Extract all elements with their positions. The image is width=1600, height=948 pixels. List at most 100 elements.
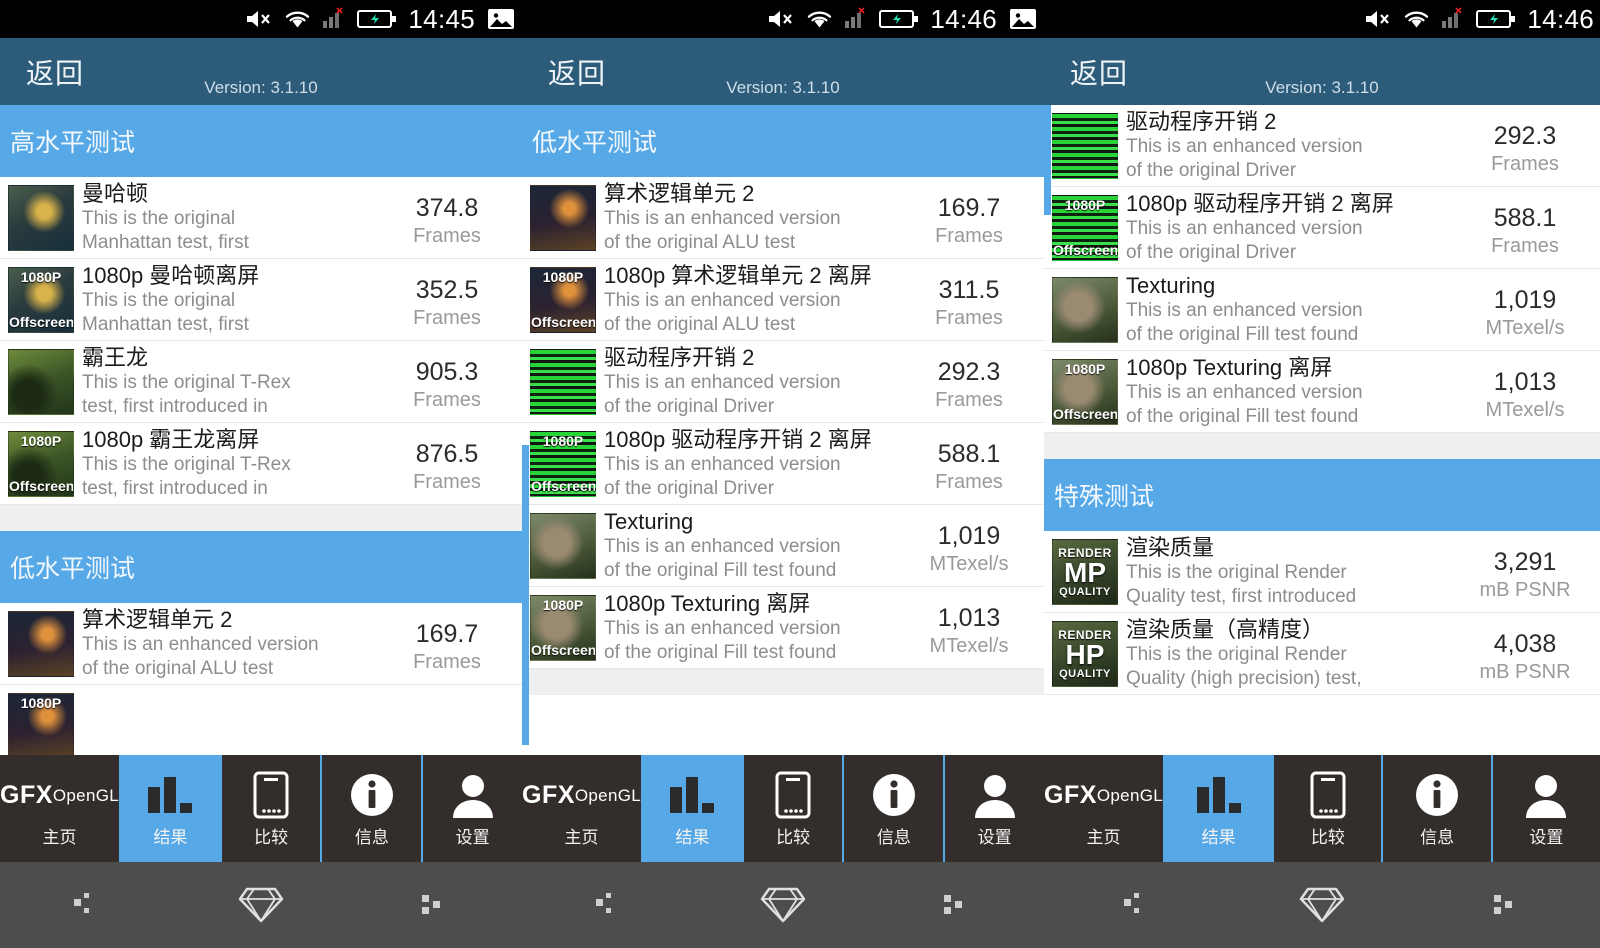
table-row[interactable]: RENDER HP QUALITY 渲染质量（高精度） This is the … bbox=[1044, 613, 1600, 695]
test-title: 渲染质量 bbox=[1126, 535, 1215, 560]
table-row[interactable]: 曼哈顿 This is the original Manhattan test,… bbox=[0, 177, 522, 259]
row-text: 1080p 驱动程序开销 2 离屏 This is an enhanced ve… bbox=[1126, 191, 1450, 265]
results-list-3[interactable]: 驱动程序开销 2 This is an enhanced version of … bbox=[1044, 105, 1600, 755]
offscreen-badge: Offscreen bbox=[1053, 242, 1118, 258]
row-text: 1080p 算术逻辑单元 2 离屏 This is an enhanced ve… bbox=[604, 263, 894, 337]
tab-compare[interactable]: 比较 bbox=[743, 755, 845, 862]
results-list-1[interactable]: 高水平测试 曼哈顿 This is the original Manhattan… bbox=[0, 105, 522, 755]
table-row[interactable]: 1080P Offscreen 1080p 算术逻辑单元 2 离屏 This i… bbox=[522, 259, 1044, 341]
section-header-special: 特殊测试 bbox=[1044, 459, 1600, 531]
table-row[interactable]: 1080P Offscreen 1080p 霸王龙离屏 This is the … bbox=[0, 423, 522, 505]
recents-icon[interactable] bbox=[1415, 890, 1600, 920]
scroll-indicator[interactable] bbox=[1044, 105, 1051, 215]
signal-icon bbox=[322, 7, 346, 31]
version-label: Version: 3.1.10 bbox=[204, 78, 318, 97]
back-button[interactable]: 返回 bbox=[1070, 52, 1128, 92]
test-desc-line1: This is the original T-Rex bbox=[82, 372, 291, 393]
tab-home[interactable]: GFX OpenGL 主页 bbox=[0, 755, 121, 862]
test-thumbnail: 1080P Offscreen bbox=[1052, 195, 1118, 261]
back-icon[interactable] bbox=[1044, 890, 1229, 920]
score-value: 169.7 bbox=[415, 620, 479, 648]
score-unit: Frames bbox=[1491, 153, 1559, 175]
table-row[interactable]: 霸王龙 This is the original T-Rex test, fir… bbox=[0, 341, 522, 423]
resolution-badge: 1080P bbox=[1064, 361, 1106, 377]
system-navigation-bar bbox=[0, 862, 1600, 948]
status-bar-panel-3: 14:46 bbox=[1044, 0, 1600, 38]
offscreen-badge: Offscreen bbox=[1053, 406, 1118, 422]
table-row[interactable]: 驱动程序开销 2 This is an enhanced version of … bbox=[1044, 105, 1600, 187]
table-row[interactable]: 驱动程序开销 2 This is an enhanced version of … bbox=[522, 341, 1044, 423]
test-title: 1080p Texturing 离屏 bbox=[604, 591, 811, 616]
test-desc-line1: This is an enhanced version bbox=[1126, 300, 1363, 321]
score-value: 1,013 bbox=[1493, 368, 1557, 396]
battery-charging-icon bbox=[879, 9, 919, 29]
back-icon[interactable] bbox=[0, 890, 174, 920]
tab-label: 比较 bbox=[254, 828, 289, 847]
home-diamond-icon[interactable] bbox=[696, 886, 870, 924]
table-row[interactable]: RENDER MP QUALITY 渲染质量 This is the origi… bbox=[1044, 531, 1600, 613]
tab-label: 结果 bbox=[1201, 828, 1236, 847]
home-diamond-icon[interactable] bbox=[174, 886, 348, 924]
table-row[interactable]: 1080P Offscreen 1080p Texturing 离屏 This … bbox=[1044, 351, 1600, 433]
tab-settings[interactable]: 设置 bbox=[1492, 755, 1600, 862]
section-header-label: 低水平测试 bbox=[532, 129, 658, 157]
bar-chart-icon bbox=[1193, 769, 1245, 821]
table-row[interactable]: 算术逻辑单元 2 This is an enhanced version of … bbox=[522, 177, 1044, 259]
section-header-label: 低水平测试 bbox=[10, 555, 136, 583]
results-list-2[interactable]: 低水平测试 算术逻辑单元 2 This is an enhanced versi… bbox=[522, 105, 1044, 755]
offscreen-badge: Offscreen bbox=[531, 314, 596, 330]
tab-results[interactable]: 结果 bbox=[1164, 755, 1275, 862]
table-row-partial[interactable]: 1080P bbox=[0, 685, 522, 755]
score-unit: Frames bbox=[935, 389, 1003, 411]
tab-info[interactable]: 信息 bbox=[844, 755, 946, 862]
score-value: 905.3 bbox=[415, 358, 479, 386]
tab-info[interactable]: 信息 bbox=[1383, 755, 1493, 862]
back-button[interactable]: 返回 bbox=[26, 52, 84, 92]
offscreen-badge: Offscreen bbox=[9, 478, 74, 494]
tab-settings[interactable]: 设置 bbox=[945, 755, 1044, 862]
test-thumbnail bbox=[8, 185, 74, 251]
recents-icon[interactable] bbox=[870, 890, 1044, 920]
tab-home[interactable]: GFX OpenGL 主页 bbox=[1044, 755, 1165, 862]
scroll-indicator[interactable] bbox=[522, 445, 529, 745]
score-unit: MTexel/s bbox=[929, 635, 1009, 657]
bar-chart-icon bbox=[144, 769, 196, 821]
tab-info[interactable]: 信息 bbox=[322, 755, 424, 862]
table-row[interactable]: 1080P Offscreen 1080p 驱动程序开销 2 离屏 This i… bbox=[522, 423, 1044, 505]
test-thumbnail: 1080P bbox=[8, 693, 74, 755]
recents-icon[interactable] bbox=[348, 890, 522, 920]
tab-compare[interactable]: 比较 bbox=[221, 755, 323, 862]
back-button[interactable]: 返回 bbox=[548, 52, 606, 92]
row-value: 169.7 Frames bbox=[894, 181, 1044, 249]
section-header-low-level: 低水平测试 bbox=[522, 105, 1044, 177]
table-row[interactable]: 1080P Offscreen 1080p Texturing 离屏 This … bbox=[522, 587, 1044, 669]
tab-compare[interactable]: 比较 bbox=[1274, 755, 1384, 862]
test-title: Texturing bbox=[604, 509, 694, 534]
table-row[interactable]: 算术逻辑单元 2 This is an enhanced version of … bbox=[0, 603, 522, 685]
status-time: 14:46 bbox=[930, 3, 997, 34]
section-gap bbox=[522, 669, 1044, 695]
test-desc-line2: of the original Driver bbox=[604, 478, 775, 499]
tab-results[interactable]: 结果 bbox=[642, 755, 744, 862]
tab-settings[interactable]: 设置 bbox=[423, 755, 522, 862]
info-icon bbox=[348, 769, 396, 821]
bottom-tab-bar: GFX OpenGL 主页 结果 比较 信息 设置 GFX OpenGL 主页 … bbox=[0, 755, 1600, 862]
table-row[interactable]: 1080P Offscreen 1080p 曼哈顿离屏 This is the … bbox=[0, 259, 522, 341]
test-thumbnail: RENDER MP QUALITY bbox=[1052, 539, 1118, 605]
home-diamond-icon[interactable] bbox=[1229, 886, 1414, 924]
row-value: 1,019 MTexel/s bbox=[1450, 273, 1600, 341]
test-title: 渲染质量（高精度） bbox=[1126, 617, 1325, 642]
tab-home[interactable]: GFX OpenGL 主页 bbox=[522, 755, 643, 862]
row-value: 588.1 Frames bbox=[1450, 191, 1600, 259]
row-value: 292.3 Frames bbox=[1450, 109, 1600, 177]
test-desc-line2: of the original Driver bbox=[1126, 242, 1297, 263]
table-row[interactable]: 1080P Offscreen 1080p 驱动程序开销 2 离屏 This i… bbox=[1044, 187, 1600, 269]
tab-results[interactable]: 结果 bbox=[120, 755, 222, 862]
row-value: 311.5 Frames bbox=[894, 263, 1044, 331]
table-row[interactable]: Texturing This is an enhanced version of… bbox=[522, 505, 1044, 587]
table-row[interactable]: Texturing This is an enhanced version of… bbox=[1044, 269, 1600, 351]
back-icon[interactable] bbox=[522, 890, 696, 920]
score-value: 1,019 bbox=[937, 522, 1001, 550]
app-bar: 返回 Version: 3.1.10 bbox=[1044, 38, 1600, 105]
tab-label: 设置 bbox=[455, 828, 490, 847]
